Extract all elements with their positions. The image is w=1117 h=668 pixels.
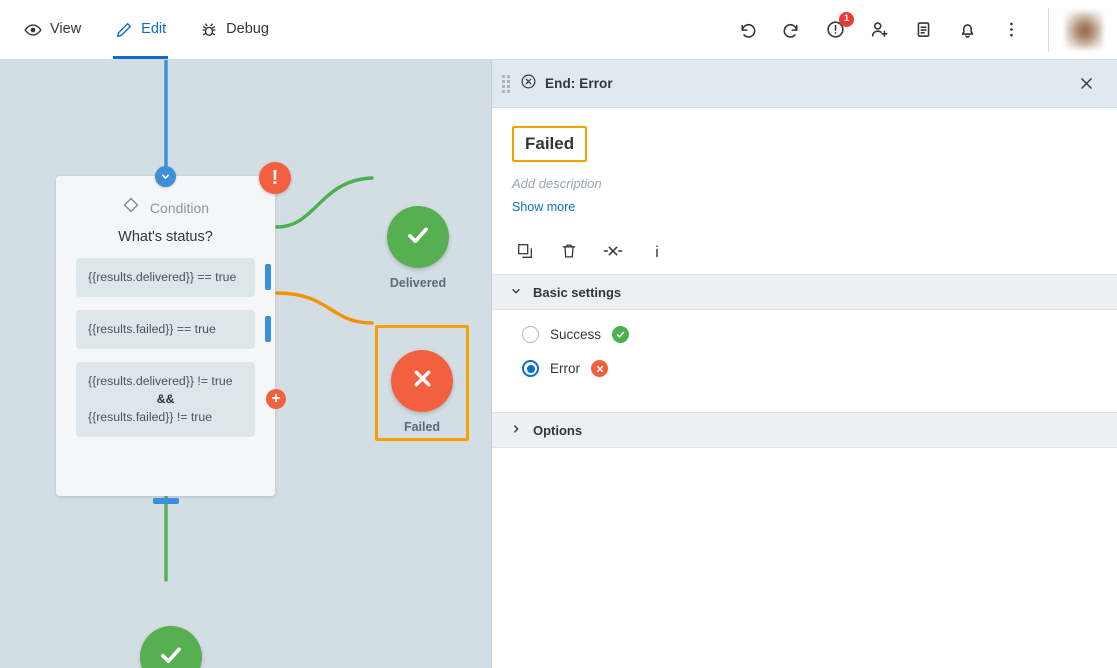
chevron-down-icon xyxy=(510,285,522,300)
chevron-down-icon[interactable] xyxy=(155,166,176,187)
condition-error-badge[interactable]: ! xyxy=(259,162,291,194)
close-icon[interactable] xyxy=(1073,71,1099,97)
branch-3-line3: {{results.failed}} != true xyxy=(88,409,213,424)
end-error-icon xyxy=(520,73,537,95)
bug-icon xyxy=(200,21,218,39)
top-toolbar: View Edit Debug 1 xyxy=(0,0,1117,60)
add-user-icon[interactable] xyxy=(866,17,892,43)
branch-1-output-port[interactable] xyxy=(265,264,271,291)
node-failed-label: Failed xyxy=(403,420,441,434)
branch-3-line2: true xyxy=(211,373,233,388)
clipboard-icon[interactable] xyxy=(910,17,936,43)
alerts-badge: 1 xyxy=(839,11,854,27)
radio-error-label: Error xyxy=(550,361,580,376)
node-final-circle[interactable] xyxy=(140,626,202,668)
branch-2-line1: {{results.failed}} == true xyxy=(88,321,216,336)
drag-handle-icon[interactable] xyxy=(502,74,512,93)
canvas-inner: ! Condition What's status? {{results.del… xyxy=(0,60,491,668)
avatar-container[interactable] xyxy=(1048,7,1103,52)
info-icon[interactable] xyxy=(646,240,668,262)
chevron-right-icon xyxy=(510,423,522,438)
tab-edit[interactable]: Edit xyxy=(113,0,169,59)
add-branch-button[interactable]: + xyxy=(266,389,286,410)
condition-title: What's status? xyxy=(118,229,213,245)
tab-view[interactable]: View xyxy=(22,0,83,59)
tab-debug-label: Debug xyxy=(226,21,269,38)
tab-edit-label: Edit xyxy=(141,21,167,38)
branch-3-line1: {{results.delivered}} != xyxy=(88,373,208,388)
cross-badge-icon xyxy=(591,360,608,377)
panel-header: End: Error xyxy=(492,60,1117,108)
disconnect-icon[interactable] xyxy=(602,240,624,262)
radio-success[interactable] xyxy=(522,326,539,343)
section-options[interactable]: Options xyxy=(492,412,1117,448)
mode-tabs: View Edit Debug xyxy=(0,0,271,59)
app-root: View Edit Debug 1 ! Condition What's sta… xyxy=(0,0,1117,668)
condition-branch-1[interactable]: {{results.delivered}} == true xyxy=(76,258,271,297)
diamond-icon xyxy=(122,196,140,219)
section-options-label: Options xyxy=(533,422,583,438)
radio-row-success[interactable]: Success xyxy=(522,326,1099,343)
branch-1-line2: true xyxy=(215,270,237,284)
tab-debug[interactable]: Debug xyxy=(198,0,271,59)
tab-view-label: View xyxy=(50,21,82,38)
branch-3-operator: && xyxy=(156,391,175,406)
bell-icon[interactable] xyxy=(954,17,980,43)
check-icon xyxy=(156,640,186,668)
condition-branch-3[interactable]: {{results.delivered}} != true && {{resul… xyxy=(76,361,286,437)
radio-error[interactable] xyxy=(522,360,539,377)
undo-icon[interactable] xyxy=(734,17,760,43)
eye-icon xyxy=(24,21,42,39)
main-area: ! Condition What's status? {{results.del… xyxy=(0,60,1117,668)
node-delivered-circle[interactable] xyxy=(387,206,449,268)
basic-settings-body: Success Error xyxy=(492,310,1117,412)
delete-icon[interactable] xyxy=(558,240,580,262)
description-input[interactable]: Add description xyxy=(512,176,1097,191)
duplicate-icon[interactable] xyxy=(514,240,536,262)
section-basic-settings[interactable]: Basic settings xyxy=(492,274,1117,310)
check-badge-icon xyxy=(612,326,630,343)
node-final[interactable]: Final xyxy=(125,626,217,668)
condition-card[interactable]: ! Condition What's status? {{results.del… xyxy=(56,162,291,504)
avatar[interactable] xyxy=(1065,10,1103,49)
node-failed[interactable]: Failed xyxy=(376,350,468,434)
branch-2-output-port[interactable] xyxy=(265,316,271,343)
redo-icon[interactable] xyxy=(778,17,804,43)
node-delivered[interactable]: Delivered xyxy=(372,206,464,290)
condition-default-output-port[interactable] xyxy=(152,498,179,504)
condition-branch-2[interactable]: {{results.failed}} == true xyxy=(76,309,271,349)
flow-canvas[interactable]: ! Condition What's status? {{results.del… xyxy=(0,60,492,668)
section-basic-settings-label: Basic settings xyxy=(533,284,622,300)
alerts-icon[interactable]: 1 xyxy=(822,11,854,43)
toolbar-actions: 1 xyxy=(734,7,1117,52)
node-delivered-label: Delivered xyxy=(389,276,447,290)
radio-row-error[interactable]: Error xyxy=(522,360,1099,377)
panel-title: End: Error xyxy=(545,76,613,91)
node-failed-circle[interactable] xyxy=(391,350,453,412)
pencil-icon xyxy=(115,21,133,39)
branch-1-line1: {{results.delivered}} == xyxy=(88,270,212,284)
more-options-icon[interactable] xyxy=(998,17,1024,43)
properties-panel: End: Error Failed Add description Show m… xyxy=(492,60,1117,668)
show-more-link[interactable]: Show more xyxy=(512,200,575,214)
condition-type-label: Condition xyxy=(149,199,210,216)
radio-success-label: Success xyxy=(550,327,602,342)
check-icon xyxy=(403,220,433,255)
panel-toolbar xyxy=(492,226,1117,274)
node-name-input[interactable]: Failed xyxy=(512,126,588,162)
cross-icon xyxy=(409,365,436,397)
panel-identity: Failed Add description Show more xyxy=(492,108,1117,226)
